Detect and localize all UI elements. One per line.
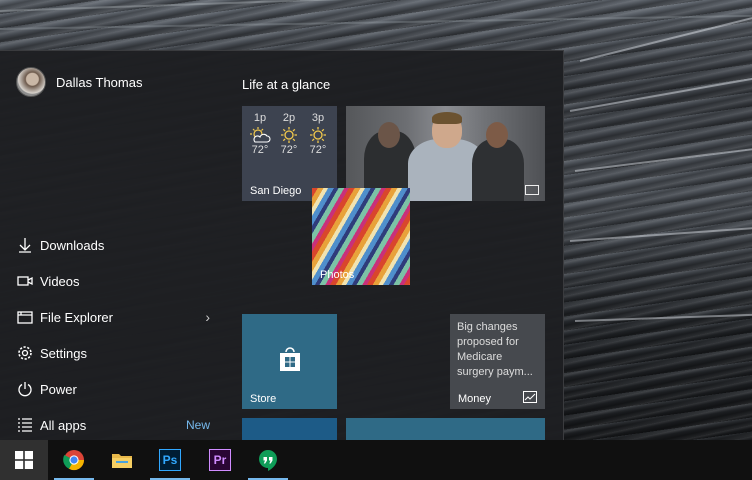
forecast-time: 3p: [311, 112, 325, 124]
forecast-temp: 72°: [309, 144, 327, 156]
news-photo-figure: [432, 112, 462, 124]
chevron-right-icon[interactable]: ›: [205, 309, 210, 325]
store-tile[interactable]: Store: [242, 314, 337, 409]
menu-item-file-explorer[interactable]: File Explorer ›: [0, 299, 230, 335]
tile-partial[interactable]: [242, 418, 337, 441]
chart-icon: [523, 391, 537, 403]
menu-item-label: Downloads: [40, 237, 105, 253]
user-name: Dallas Thomas: [56, 74, 143, 90]
taskbar-hangouts[interactable]: [244, 440, 292, 480]
menu-item-label: Settings: [40, 345, 87, 361]
file-explorer-icon: [16, 308, 34, 326]
money-label: Money: [458, 393, 492, 405]
forecast-temp: 72°: [280, 144, 298, 156]
power-icon: [16, 380, 34, 398]
menu-item-label: File Explorer: [40, 309, 113, 325]
news-photo-figure: [472, 139, 524, 201]
menu-item-all-apps[interactable]: All apps New: [0, 407, 230, 443]
sun-icon: [281, 127, 297, 143]
start-button[interactable]: [0, 440, 48, 480]
store-label: Store: [250, 393, 277, 405]
photos-label: Photos: [320, 269, 355, 281]
all-apps-icon: [16, 416, 34, 434]
forecast-hour: 2p 72°: [275, 112, 303, 156]
premiere-icon: Pr: [209, 449, 231, 471]
news-photo-figure: [486, 122, 508, 148]
video-icon: [16, 272, 34, 290]
money-tile[interactable]: Big changes proposed for Medicare surger…: [450, 314, 545, 409]
news-photo-figure: [378, 122, 400, 148]
store-bag-icon: [280, 347, 300, 371]
user-account[interactable]: Dallas Thomas: [16, 67, 142, 97]
menu-item-videos[interactable]: Videos: [0, 263, 230, 299]
menu-item-power[interactable]: Power: [0, 371, 230, 407]
news-tile[interactable]: [346, 106, 545, 201]
menu-item-downloads[interactable]: Downloads: [0, 227, 230, 263]
folder-icon: [112, 454, 132, 468]
taskbar-chrome[interactable]: [50, 440, 98, 480]
windows-logo-icon: [15, 451, 33, 469]
sun-icon: [310, 127, 326, 143]
avatar: [16, 67, 46, 97]
partly-sunny-icon: [250, 127, 271, 143]
new-badge: New: [185, 418, 210, 432]
gear-icon: [16, 344, 34, 362]
menu-item-label: All apps: [40, 417, 87, 433]
menu-item-settings[interactable]: Settings: [0, 335, 230, 371]
weather-location: San Diego: [250, 185, 302, 197]
taskbar-photoshop[interactable]: Ps: [146, 440, 194, 480]
forecast-hour: 3p 72°: [304, 112, 332, 156]
tile-partial[interactable]: [346, 418, 545, 441]
start-menu-left-column: Dallas Thomas Downloads Videos File Expl…: [0, 51, 230, 441]
start-menu-places: Downloads Videos File Explorer › Setting…: [0, 227, 230, 443]
money-headline: Big changes proposed for Medicare surger…: [457, 321, 533, 378]
news-icon: [525, 185, 539, 195]
photos-tile[interactable]: Photos: [312, 188, 410, 285]
forecast-time: 1p: [253, 112, 267, 124]
forecast-time: 2p: [282, 112, 296, 124]
photoshop-icon: Ps: [159, 449, 181, 471]
tile-group-title: Life at a glance: [242, 77, 331, 92]
weather-tile[interactable]: 1p 72° 2p 72° 3p 72° San Diego: [242, 106, 337, 201]
hangouts-icon: [259, 450, 277, 471]
download-icon: [16, 236, 34, 254]
menu-item-label: Videos: [40, 273, 80, 289]
taskbar-file-explorer[interactable]: [98, 440, 146, 480]
taskbar-premiere[interactable]: Pr: [196, 440, 244, 480]
forecast-hour: 1p 72°: [246, 112, 274, 156]
taskbar: Ps Pr: [0, 440, 752, 480]
forecast-temp: 72°: [251, 144, 269, 156]
menu-item-label: Power: [40, 381, 77, 397]
tile-area: Life at a glance 1p 72° 2p 72° 3p 72° Sa…: [242, 51, 552, 441]
chrome-icon: [63, 450, 85, 471]
start-menu: Dallas Thomas Downloads Videos File Expl…: [0, 50, 564, 441]
